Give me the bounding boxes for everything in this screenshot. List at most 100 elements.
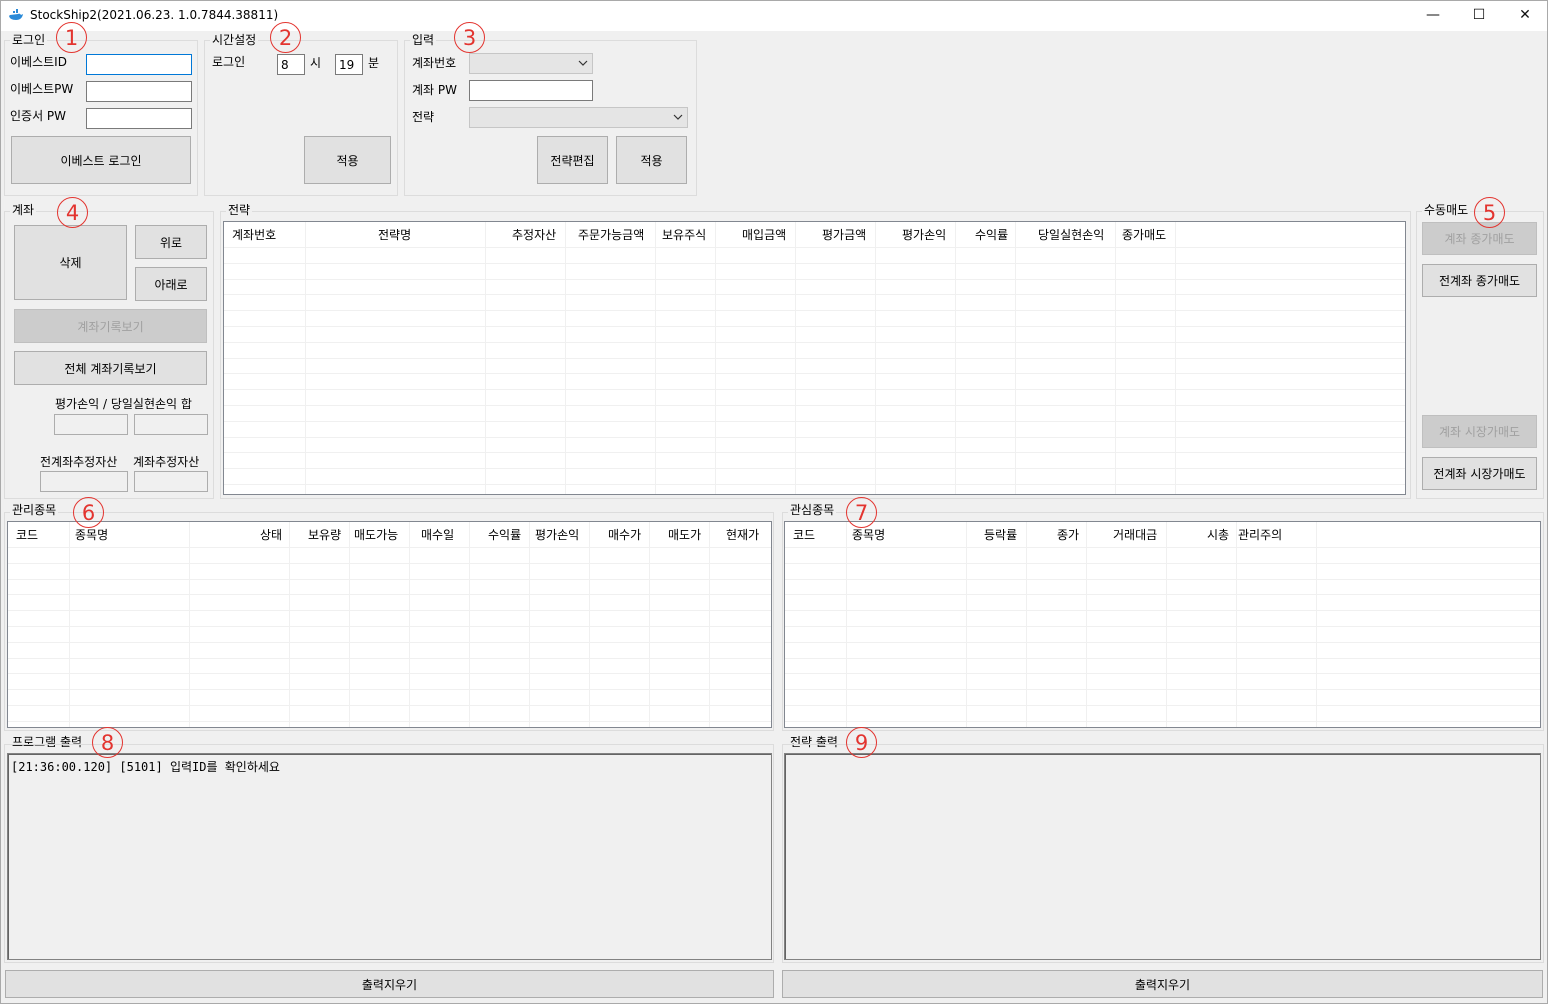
account-pw-input[interactable]	[469, 80, 593, 101]
watch-group-label: 관심종목	[788, 503, 837, 517]
eval-pnl-field	[54, 414, 128, 435]
column-header[interactable]: 거래대금	[1113, 526, 1157, 543]
grid-row-line	[785, 626, 1540, 627]
column-header[interactable]: 전략명	[378, 226, 411, 243]
ebest-login-button[interactable]: 이베스트 로그인	[11, 136, 191, 184]
column-header[interactable]: 상태	[260, 526, 282, 543]
column-header[interactable]: 종가매도	[1122, 226, 1166, 243]
watch-stocks-table[interactable]: 코드 종목명 등락률 종가 거래대금 시총 관리주의	[784, 521, 1541, 728]
grid-row-line	[224, 389, 1405, 391]
id-input[interactable]	[86, 54, 192, 75]
minimize-button[interactable]: —	[1410, 0, 1456, 30]
move-down-button[interactable]: 아래로	[135, 267, 207, 301]
grid-row-line	[224, 436, 1405, 438]
title-bar: StockShip2(2021.06.23. 1.0.7844.38811) —…	[0, 0, 1548, 31]
column-header[interactable]: 보유량	[308, 526, 341, 543]
grid-row-line	[785, 562, 1540, 564]
est-assets-label: 계좌추정자산	[133, 455, 200, 469]
column-header[interactable]: 매수일	[421, 526, 454, 543]
all-market-sell-button[interactable]: 전계좌 시장가매도	[1422, 457, 1537, 490]
strategy-dropdown[interactable]	[469, 107, 688, 128]
grid-row-line	[224, 262, 1405, 264]
column-header[interactable]: 매도가	[668, 526, 701, 543]
all-close-sell-button[interactable]: 전계좌 종가매도	[1422, 264, 1537, 297]
input-group-label: 입력	[410, 33, 437, 47]
grid-column-line	[529, 522, 530, 727]
program-output-box[interactable]: [21:36:00.120] [5101] 입력ID를 확인하세요	[7, 753, 772, 960]
strategy-output-box[interactable]	[784, 753, 1541, 960]
column-header[interactable]: 계좌번호	[232, 226, 276, 243]
column-header[interactable]: 평가손익	[535, 526, 579, 543]
minute-input[interactable]	[335, 54, 363, 75]
grid-column-line	[409, 522, 410, 727]
chevron-down-icon	[673, 114, 683, 120]
time-apply-button[interactable]: 적용	[304, 136, 391, 184]
annotation-marker: 4	[57, 197, 88, 228]
clear-program-output-button[interactable]: 출력지우기	[5, 970, 774, 998]
column-header[interactable]: 추정자산	[512, 226, 556, 243]
column-header[interactable]: 수익률	[488, 526, 521, 543]
annotation-marker: 9	[846, 727, 877, 758]
input-apply-button[interactable]: 적용	[616, 136, 687, 184]
grid-row-line	[8, 562, 771, 564]
column-header[interactable]: 수익률	[975, 226, 1008, 243]
program-output-text: [21:36:00.120] [5101] 입력ID를 확인하세요	[11, 760, 280, 774]
column-header[interactable]: 보유주식	[662, 226, 706, 243]
pw-input[interactable]	[86, 81, 192, 102]
column-header[interactable]: 종목명	[852, 526, 885, 543]
account-number-dropdown[interactable]	[469, 53, 593, 74]
grid-column-line	[1236, 522, 1237, 727]
strategy-select-label: 전략	[412, 110, 435, 124]
column-header[interactable]: 매입금액	[742, 226, 786, 243]
grid-row-line	[224, 452, 1405, 454]
strategy-edit-button[interactable]: 전략편집	[537, 136, 608, 184]
delete-button[interactable]: 삭제	[14, 225, 127, 300]
close-button[interactable]: ✕	[1502, 0, 1548, 30]
column-header[interactable]: 등락률	[984, 526, 1017, 543]
grid-row-line	[8, 689, 771, 691]
column-header[interactable]: 시총	[1207, 526, 1229, 543]
grid-row-line	[224, 468, 1405, 470]
managed-stocks-table[interactable]: 코드 종목명 상태 보유량 매도가능 매수일 수익률 평가손익 매수가 매도가 …	[7, 521, 772, 728]
account-close-sell-button[interactable]: 계좌 종가매도	[1422, 222, 1537, 255]
column-header[interactable]: 매도가능	[354, 526, 398, 543]
column-header[interactable]: 평가금액	[822, 226, 866, 243]
move-up-button[interactable]: 위로	[135, 225, 207, 259]
column-header[interactable]: 관리주의	[1238, 526, 1282, 543]
grid-row-line	[8, 578, 771, 580]
minute-unit-label: 분	[368, 56, 380, 70]
column-header[interactable]: 현재가	[726, 526, 759, 543]
column-header[interactable]: 코드	[793, 526, 815, 543]
pw-label: 이베스트PW	[10, 82, 74, 96]
manual-sell-group-label: 수동매도	[1422, 203, 1471, 217]
annotation-marker: 8	[92, 727, 123, 758]
column-header[interactable]: 주문가능금액	[578, 226, 644, 243]
maximize-button[interactable]: ☐	[1456, 0, 1502, 30]
grid-row-line	[224, 405, 1405, 406]
cert-pw-input[interactable]	[86, 108, 192, 129]
hour-input[interactable]	[277, 54, 305, 75]
grid-column-line	[966, 522, 967, 727]
column-header[interactable]: 코드	[16, 526, 38, 543]
grid-row-line	[785, 705, 1540, 706]
strategy-table[interactable]: 계좌번호 전략명 추정자산 주문가능금액 보유주식 매입금액 평가금액 평가손익…	[223, 221, 1406, 495]
account-group-label: 계좌	[10, 203, 37, 217]
grid-column-line	[469, 522, 470, 727]
grid-row-line	[785, 578, 1540, 580]
column-header[interactable]: 매수가	[608, 526, 641, 543]
grid-column-line	[349, 522, 350, 727]
grid-row-line	[785, 547, 1540, 548]
column-header[interactable]: 당일실현손익	[1038, 226, 1104, 243]
grid-row-line	[224, 341, 1405, 343]
column-header[interactable]: 평가손익	[902, 226, 946, 243]
login-time-label: 로그인	[212, 55, 246, 69]
account-number-label: 계좌번호	[412, 56, 457, 70]
all-account-history-button[interactable]: 전체 계좌기록보기	[14, 351, 207, 385]
grid-column-line	[649, 522, 650, 727]
time-group-label: 시간설정	[210, 33, 259, 47]
account-market-sell-button[interactable]: 계좌 시장가매도	[1422, 415, 1537, 448]
account-history-button[interactable]: 계좌기록보기	[14, 309, 207, 343]
clear-strategy-output-button[interactable]: 출력지우기	[782, 970, 1543, 998]
column-header[interactable]: 종목명	[75, 526, 108, 543]
column-header[interactable]: 종가	[1057, 526, 1079, 543]
